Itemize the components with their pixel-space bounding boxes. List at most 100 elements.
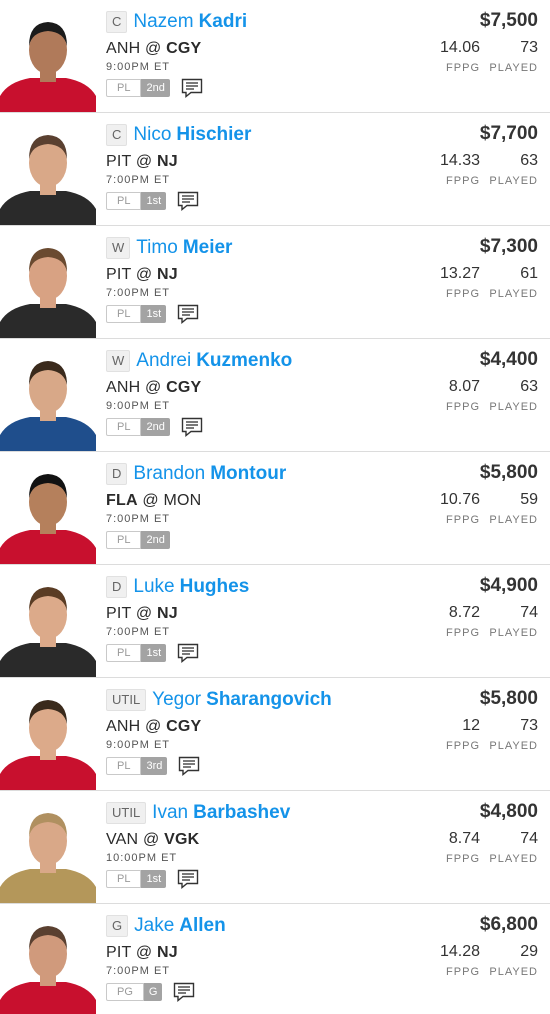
game-time: 9:00PM ET xyxy=(106,739,171,751)
line-order-badge: 1st xyxy=(141,192,167,210)
played-label: PLAYED xyxy=(489,175,538,187)
games-played-value: 74 xyxy=(520,830,538,847)
away-team: FLA xyxy=(106,492,138,509)
salary-price: $4,900 xyxy=(479,575,538,596)
at-symbol: @ xyxy=(135,944,153,961)
player-first-name[interactable]: Brandon xyxy=(133,463,205,485)
home-team: CGY xyxy=(166,40,202,57)
news-note-icon[interactable] xyxy=(178,756,200,776)
fppg-label: FPPG xyxy=(446,288,480,300)
player-last-name[interactable]: Allen xyxy=(179,915,225,937)
games-played-value: 61 xyxy=(520,265,538,282)
player-photo xyxy=(0,8,96,112)
away-team: ANH xyxy=(106,379,141,396)
salary-price: $7,500 xyxy=(479,10,538,31)
game-time: 10:00PM ET xyxy=(106,852,178,864)
line-order-badge: G xyxy=(143,983,163,1001)
player-last-name[interactable]: Montour xyxy=(210,463,286,485)
home-team: NJ xyxy=(156,266,178,283)
game-matchup: FLA @ MON xyxy=(106,491,286,511)
away-team: PIT xyxy=(106,944,132,961)
position-badge: D xyxy=(106,463,128,485)
fppg-label: FPPG xyxy=(446,62,480,74)
player-list: C Nazem Kadri ANH @ CGY 9:00PM ET PL 2nd xyxy=(0,0,550,1014)
at-symbol: @ xyxy=(135,266,153,283)
player-first-name[interactable]: Nazem xyxy=(133,11,193,33)
news-note-icon[interactable] xyxy=(177,869,199,889)
line-tag: PL xyxy=(106,757,142,775)
news-note-icon[interactable] xyxy=(181,417,203,437)
game-matchup: ANH @ CGY xyxy=(106,717,332,737)
news-note-icon[interactable] xyxy=(177,643,199,663)
at-symbol: @ xyxy=(145,40,162,57)
news-note-icon[interactable] xyxy=(177,191,199,211)
line-order-badge: 1st xyxy=(141,644,167,662)
player-first-name[interactable]: Timo xyxy=(136,237,178,259)
position-badge: UTIL xyxy=(106,689,147,711)
player-last-name[interactable]: Meier xyxy=(183,237,233,259)
player-row[interactable]: W Andrei Kuzmenko ANH @ CGY 9:00PM ET PL… xyxy=(0,339,550,452)
played-label: PLAYED xyxy=(489,627,538,639)
player-photo xyxy=(0,460,96,564)
player-row[interactable]: D Luke Hughes PIT @ NJ 7:00PM ET PL 1st xyxy=(0,565,550,678)
player-first-name[interactable]: Yegor xyxy=(152,689,201,711)
player-first-name[interactable]: Andrei xyxy=(136,350,191,372)
line-order-badge: 1st xyxy=(141,870,167,888)
line-tags: PL 1st xyxy=(106,304,232,324)
player-row[interactable]: C Nazem Kadri ANH @ CGY 9:00PM ET PL 2nd xyxy=(0,0,550,113)
away-team: VAN xyxy=(106,831,139,848)
fppg-label: FPPG xyxy=(446,627,480,639)
player-last-name[interactable]: Hischier xyxy=(176,124,251,146)
played-label: PLAYED xyxy=(489,740,538,752)
player-last-name[interactable]: Hughes xyxy=(180,576,250,598)
player-first-name[interactable]: Nico xyxy=(133,124,171,146)
player-row[interactable]: C Nico Hischier PIT @ NJ 7:00PM ET PL 1s… xyxy=(0,113,550,226)
player-first-name[interactable]: Ivan xyxy=(152,802,188,824)
fppg-value: 8.72 xyxy=(448,604,480,621)
player-last-name[interactable]: Kadri xyxy=(199,11,248,33)
line-tags: PL 1st xyxy=(106,643,249,663)
player-first-name[interactable]: Luke xyxy=(133,576,174,598)
at-symbol: @ xyxy=(135,153,153,170)
line-tags: PG G xyxy=(106,982,226,1002)
salary-price: $5,800 xyxy=(479,688,538,709)
line-tag: PL xyxy=(106,79,142,97)
games-played-value: 73 xyxy=(520,39,538,56)
home-team: VGK xyxy=(164,831,200,848)
line-tag: PL xyxy=(106,305,142,323)
player-row[interactable]: UTIL Yegor Sharangovich ANH @ CGY 9:00PM… xyxy=(0,678,550,791)
fppg-value: 8.74 xyxy=(448,830,480,847)
line-tags: PL 1st xyxy=(106,869,290,889)
at-symbol: @ xyxy=(142,831,160,848)
played-label: PLAYED xyxy=(489,62,538,74)
player-row[interactable]: W Timo Meier PIT @ NJ 7:00PM ET PL 1st $… xyxy=(0,226,550,339)
game-time: 7:00PM ET xyxy=(106,513,171,525)
player-row[interactable]: G Jake Allen PIT @ NJ 7:00PM ET PG G $6,… xyxy=(0,904,550,1014)
away-team: PIT xyxy=(106,266,132,283)
fppg-label: FPPG xyxy=(446,740,480,752)
played-label: PLAYED xyxy=(489,288,538,300)
player-first-name[interactable]: Jake xyxy=(134,915,174,937)
played-label: PLAYED xyxy=(489,966,538,978)
line-tags: PL 3rd xyxy=(106,756,332,776)
game-matchup: PIT @ NJ xyxy=(106,943,226,963)
line-order-badge: 2nd xyxy=(141,531,170,549)
salary-price: $7,700 xyxy=(479,123,538,144)
news-note-icon[interactable] xyxy=(181,78,203,98)
home-team: CGY xyxy=(166,718,202,735)
player-last-name[interactable]: Barbashev xyxy=(193,802,290,824)
news-note-icon[interactable] xyxy=(177,304,199,324)
player-photo xyxy=(0,912,96,1014)
player-row[interactable]: UTIL Ivan Barbashev VAN @ VGK 10:00PM ET… xyxy=(0,791,550,904)
fppg-value: 14.33 xyxy=(439,152,480,169)
games-played-value: 73 xyxy=(520,717,538,734)
player-row[interactable]: D Brandon Montour FLA @ MON 7:00PM ET PL… xyxy=(0,452,550,565)
news-note-icon[interactable] xyxy=(173,982,195,1002)
game-time: 9:00PM ET xyxy=(106,400,171,412)
game-time: 7:00PM ET xyxy=(106,287,171,299)
player-last-name[interactable]: Sharangovich xyxy=(206,689,332,711)
position-badge: D xyxy=(106,576,128,598)
fppg-value: 8.07 xyxy=(448,378,480,395)
line-tag: PL xyxy=(106,531,142,549)
player-last-name[interactable]: Kuzmenko xyxy=(196,350,292,372)
